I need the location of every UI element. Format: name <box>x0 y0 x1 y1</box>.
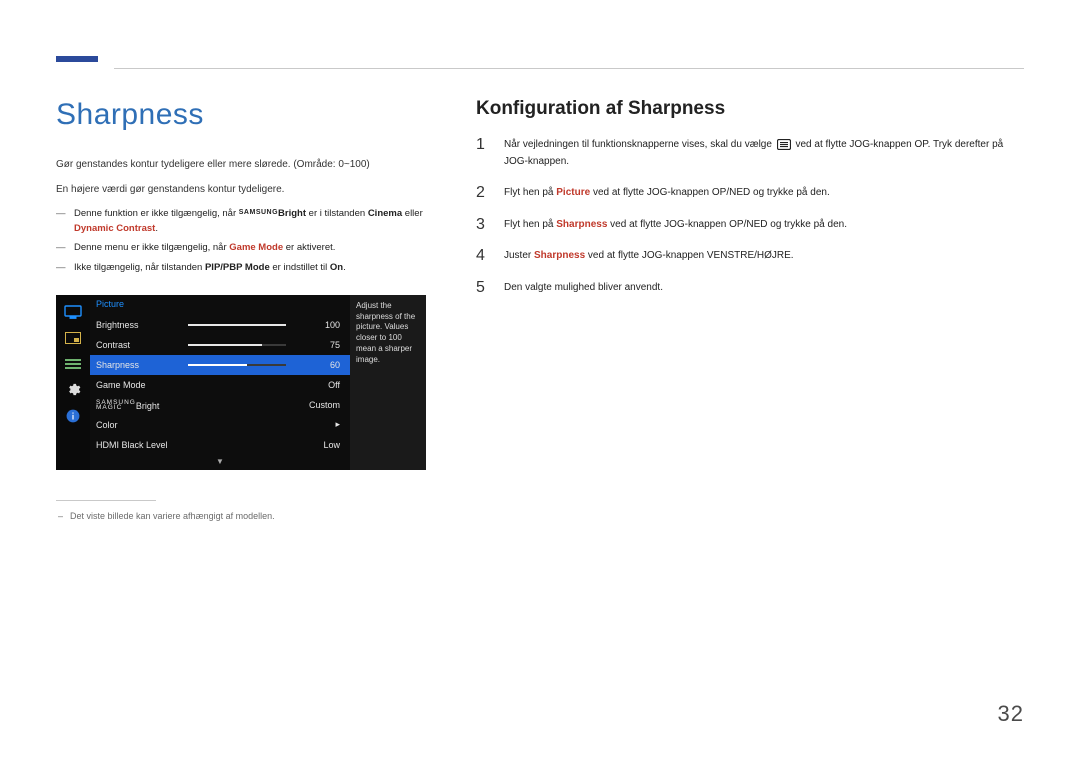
text: . <box>343 262 346 273</box>
text: Flyt hen på <box>504 219 556 230</box>
osd-row: Brightness 100 <box>90 315 350 335</box>
osd-row-label: Brightness <box>96 320 188 330</box>
text: Denne menu er ikke tilgængelig, når <box>74 242 229 253</box>
text: eller <box>402 208 423 219</box>
osd-main-panel: Picture Brightness 100 Contrast 75 Sharpness… <box>90 295 350 470</box>
step: 4 Juster Sharpness ved at flytte JOG-knap… <box>476 247 1024 265</box>
osd-screenshot: Picture Brightness 100 Contrast 75 Sharpness… <box>56 295 426 470</box>
osd-value: 75 <box>296 340 340 350</box>
step: 5 Den valgte mulighed bliver anvendt. <box>476 279 1024 297</box>
osd-header: Picture <box>90 295 350 315</box>
settings-icon <box>60 377 86 403</box>
osd-value: Low <box>296 440 340 450</box>
highlight: Sharpness <box>556 219 607 230</box>
note-2: Denne menu er ikke tilgængelig, når Game… <box>56 240 436 255</box>
highlight: Picture <box>556 187 590 198</box>
menu-icon <box>777 139 791 150</box>
intro-line-1: Gør genstandes kontur tydeligere eller m… <box>56 156 436 173</box>
osd-value: Off <box>296 380 340 390</box>
section-title: Sharpness <box>56 98 436 132</box>
text: ved at flytte JOG-knappen OP/NED og tryk… <box>607 219 847 230</box>
step-text: Når vejledningen til funktionsknapperne … <box>504 136 1024 170</box>
content-columns: Sharpness Gør genstandes kontur tydelige… <box>56 98 1024 521</box>
pip-icon <box>60 325 86 351</box>
step-number: 5 <box>476 279 490 297</box>
note-1: Denne funktion er ikke tilgængelig, når … <box>56 206 436 236</box>
step: 2 Flyt hen på Picture ved at flytte JOG-k… <box>476 184 1024 202</box>
footnote: Det viste billede kan variere afhængigt … <box>56 511 436 521</box>
steps-list: 1 Når vejledningen til funktionsknapperne… <box>476 136 1024 296</box>
step-number: 4 <box>476 247 490 265</box>
footnote-rule <box>56 500 156 501</box>
osd-value: 60 <box>296 360 340 370</box>
monitor-icon <box>60 299 86 325</box>
info-icon <box>60 403 86 429</box>
step: 3 Flyt hen på Sharpness ved at flytte JOG… <box>476 216 1024 234</box>
text: er aktiveret. <box>283 242 335 253</box>
intro-block: Gør genstandes kontur tydeligere eller m… <box>56 156 436 198</box>
osd-scroll-down-icon: ▼ <box>90 455 350 470</box>
step-text: Den valgte mulighed bliver anvendt. <box>504 279 663 297</box>
osd-row-label: Color <box>96 420 188 430</box>
step-text: Flyt hen på Sharpness ved at flytte JOG-… <box>504 216 847 234</box>
osd-row: Contrast 75 <box>90 335 350 355</box>
text: Når vejledningen til funktionsknapperne … <box>504 139 775 150</box>
step: 1 Når vejledningen til funktionsknapperne… <box>476 136 1024 170</box>
text: ved at flytte JOG-knappen VENSTRE/HØJRE. <box>585 250 793 261</box>
osd-value: Custom <box>296 400 340 410</box>
osd-row: SAMSUNGMAGICBright Custom <box>90 395 350 415</box>
osd-rows: Brightness 100 Contrast 75 Sharpness 60 Game M… <box>90 315 350 455</box>
note-3: Ikke tilgængelig, når tilstanden PIP/PBP… <box>56 260 436 275</box>
text: . <box>155 223 158 234</box>
osd-slider <box>188 364 286 366</box>
intro-line-2: En højere værdi gør genstandens kontur t… <box>56 181 436 198</box>
text: er i tilstanden <box>306 208 368 219</box>
text: ved at flytte JOG-knappen OP/NED og tryk… <box>590 187 830 198</box>
header-rule <box>114 68 1024 69</box>
osd-row-label: SAMSUNGMAGICBright <box>96 399 188 411</box>
magic-bright-label: SAMSUNGBright <box>239 208 306 219</box>
step-number: 3 <box>476 216 490 234</box>
osd-slider <box>188 324 286 326</box>
osd-row: HDMI Black Level Low <box>90 435 350 455</box>
submenu-arrow-icon: ▸ <box>296 419 340 430</box>
text: Ikke tilgængelig, når tilstanden <box>74 262 205 273</box>
osd-value: 100 <box>296 320 340 330</box>
step-number: 2 <box>476 184 490 202</box>
left-column: Sharpness Gør genstandes kontur tydelige… <box>56 98 436 521</box>
osd-row-label: Contrast <box>96 340 188 350</box>
osd-sidebar <box>56 295 90 470</box>
step-number: 1 <box>476 136 490 170</box>
manual-page: Sharpness Gør genstandes kontur tydelige… <box>0 0 1080 763</box>
bold-on: On <box>330 262 343 273</box>
step-text: Flyt hen på Picture ved at flytte JOG-kn… <box>504 184 830 202</box>
step-text: Juster Sharpness ved at flytte JOG-knapp… <box>504 247 794 265</box>
text: Flyt hen på <box>504 187 556 198</box>
text: Denne funktion er ikke tilgængelig, når <box>74 208 239 219</box>
bold-dynamic-contrast: Dynamic Contrast <box>74 223 155 234</box>
page-number: 32 <box>998 701 1024 727</box>
osd-row-label: Sharpness <box>96 360 188 370</box>
bold-game-mode: Game Mode <box>229 242 283 253</box>
bold-pip-pbp: PIP/PBP Mode <box>205 262 270 273</box>
text: er indstillet til <box>270 262 330 273</box>
highlight: Sharpness <box>534 250 585 261</box>
osd-row: Sharpness 60 <box>90 355 350 375</box>
bold-cinema: Cinema <box>368 208 402 219</box>
chapter-marker <box>56 56 98 62</box>
osd-description: Adjust the sharpness of the picture. Val… <box>350 295 426 470</box>
subsection-title: Konfiguration af Sharpness <box>476 98 1024 120</box>
osd-slider <box>188 344 286 346</box>
osd-row-label: HDMI Black Level <box>96 440 188 450</box>
osd-row: Color ▸ <box>90 415 350 435</box>
text: Juster <box>504 250 534 261</box>
osd-row: Game Mode Off <box>90 375 350 395</box>
text: Den valgte mulighed bliver anvendt. <box>504 282 663 293</box>
right-column: Konfiguration af Sharpness 1 Når vejledni… <box>476 98 1024 521</box>
options-icon <box>60 351 86 377</box>
osd-row-label: Game Mode <box>96 380 188 390</box>
